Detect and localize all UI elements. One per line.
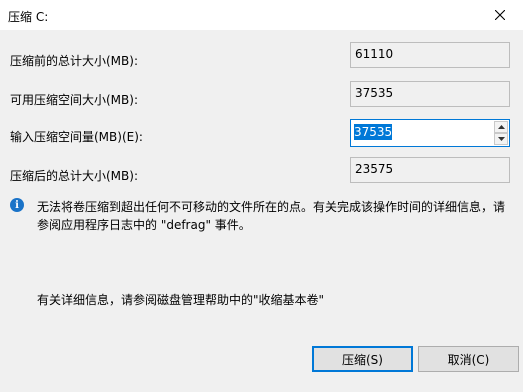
total-before-value: 61110 (350, 42, 510, 68)
shrink-amount-input[interactable]: 37535 (354, 124, 393, 140)
spin-down-button[interactable] (494, 133, 508, 145)
spin-up-button[interactable] (494, 121, 508, 133)
help-message: 有关详细信息，请参阅磁盘管理帮助中的"收缩基本卷" (37, 293, 325, 307)
info-icon: i (10, 198, 24, 212)
total-after-value: 23575 (350, 157, 510, 183)
close-button[interactable] (477, 0, 523, 30)
shrink-button[interactable]: 压缩(S) (312, 346, 413, 372)
shrink-dialog: 压缩 C: 压缩前的总计大小(MB): 61110 可用压缩空间大小(MB): … (0, 0, 523, 392)
total-after-label: 压缩后的总计大小(MB): (10, 169, 138, 183)
arrow-down-icon (497, 137, 505, 141)
shrink-amount-label: 输入压缩空间量(MB)(E): (10, 130, 143, 144)
title-bar: 压缩 C: (0, 0, 523, 30)
cancel-button[interactable]: 取消(C) (418, 346, 519, 372)
total-before-label: 压缩前的总计大小(MB): (10, 54, 138, 68)
info-message: 无法将卷压缩到超出任何不可移动的文件所在的点。有关完成该操作时间的详细信息，请参… (37, 200, 506, 232)
dialog-title: 压缩 C: (8, 10, 49, 24)
spin-buttons (494, 121, 508, 145)
arrow-up-icon (497, 125, 505, 129)
close-icon (495, 10, 505, 20)
shrink-amount-spinbox[interactable]: 37535 (350, 119, 510, 147)
dialog-body: 压缩前的总计大小(MB): 61110 可用压缩空间大小(MB): 37535 … (0, 30, 523, 392)
available-space-value: 37535 (350, 81, 510, 107)
available-space-label: 可用压缩空间大小(MB): (10, 93, 138, 107)
